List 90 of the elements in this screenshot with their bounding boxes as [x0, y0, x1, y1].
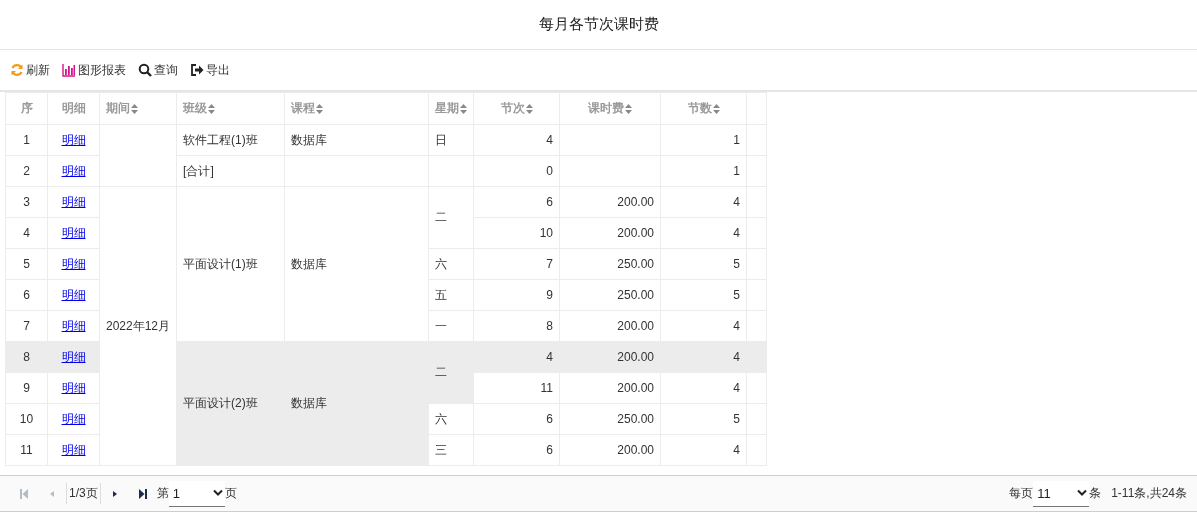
sort-icon: [460, 103, 468, 114]
page-info: 1/3页: [66, 483, 101, 504]
refresh-button[interactable]: 刷新: [10, 61, 50, 79]
export-button[interactable]: 导出: [190, 61, 230, 79]
sort-icon: [525, 103, 533, 114]
export-icon: [190, 63, 204, 77]
table-cell: 1: [733, 133, 741, 147]
table-cell: 数据库: [291, 396, 328, 410]
table-cell: 250.00: [617, 257, 655, 271]
table-cell: 平面设计(2)班: [183, 396, 258, 410]
table-cell: 200.00: [617, 195, 655, 209]
chevron-icon: [1077, 489, 1088, 497]
table-cell: 4: [546, 350, 554, 364]
table-cell: 日: [435, 132, 448, 147]
table-cell: 200.00: [617, 319, 655, 333]
bar-chart-icon: [62, 63, 76, 77]
row-number[interactable]: 8: [5, 341, 48, 373]
row-number[interactable]: 9: [5, 372, 48, 404]
table-cell: 三: [435, 442, 448, 457]
row-number[interactable]: 4: [5, 217, 48, 249]
table-cell: 2022年12月: [106, 318, 171, 333]
sort-icon: [712, 103, 720, 114]
table-cell: 二: [435, 210, 448, 224]
column-header: 序: [20, 100, 33, 117]
triangle-icon: [110, 488, 119, 499]
table-cell: 五: [435, 287, 448, 302]
per-page-label: 条: [1089, 485, 1102, 502]
row-number[interactable]: 5: [5, 248, 48, 280]
row-number[interactable]: 10: [5, 403, 48, 435]
table-cell: 平面设计(1)班: [183, 256, 258, 271]
page-select[interactable]: 1: [168, 480, 225, 507]
sort-icon: [131, 103, 138, 114]
triangle-icon: [48, 488, 56, 499]
table-cell: 0: [546, 164, 554, 178]
table-cell: 10: [539, 226, 554, 240]
table-cell: 4: [733, 226, 741, 240]
table-cell: 六: [435, 411, 448, 426]
skip-icon: [20, 488, 28, 499]
table-cell: 6: [546, 412, 554, 426]
search-icon: [138, 63, 152, 77]
page-label: 第: [156, 485, 169, 502]
table-cell: 200.00: [617, 443, 655, 457]
record-summary: 1-11条,共24条: [1111, 485, 1187, 502]
per-page-select[interactable]: 11: [1033, 480, 1090, 507]
table-cell: 一: [435, 318, 448, 333]
table-cell: 4: [733, 443, 741, 457]
row-number[interactable]: 2: [5, 155, 48, 187]
row-number[interactable]: 1: [5, 124, 48, 156]
table-cell: 5: [733, 288, 741, 302]
table-cell: [合计]: [183, 163, 214, 178]
table-cell: 6: [546, 443, 554, 457]
page-title: 每月各节次课时费: [538, 15, 659, 34]
row-number[interactable]: 6: [5, 279, 48, 311]
table-cell: 200.00: [617, 381, 655, 395]
table-cell: 200.00: [617, 350, 655, 364]
skip-icon: [138, 488, 147, 499]
column-header: 明细: [61, 100, 86, 117]
sort-icon: [316, 103, 324, 114]
table-cell: 9: [546, 288, 554, 302]
refresh-icon: [10, 63, 24, 77]
table-cell: 250.00: [617, 412, 655, 426]
table-cell: 4: [733, 195, 741, 209]
table-cell: 8: [546, 319, 554, 333]
table-cell: 数据库: [291, 256, 328, 271]
table-cell: 软件工程(1)班: [183, 132, 258, 147]
table-cell: 7: [546, 257, 554, 271]
table-cell: 二: [435, 365, 448, 379]
table-cell: 5: [733, 412, 741, 426]
per-page-label: 每页: [1009, 485, 1034, 502]
row-number[interactable]: 7: [5, 310, 48, 342]
row-number[interactable]: 11: [5, 434, 48, 466]
table-cell: 4: [733, 319, 741, 333]
table-cell: 11: [540, 381, 554, 395]
row-number[interactable]: 3: [5, 186, 48, 218]
table-cell: 6: [546, 195, 554, 209]
page-label: 页: [224, 485, 237, 502]
chevron-icon: [212, 489, 223, 497]
table-cell: 250.00: [617, 288, 655, 302]
table-cell: 4: [733, 350, 741, 364]
chart-button[interactable]: 图形报表: [62, 61, 126, 79]
table-cell: 1: [733, 164, 741, 178]
table-cell: 4: [733, 381, 741, 395]
search-button[interactable]: 查询: [138, 61, 178, 79]
table-cell: 5: [733, 257, 741, 271]
sort-icon: [625, 103, 633, 114]
table-cell: 数据库: [291, 132, 328, 147]
sort-icon: [208, 103, 216, 114]
table-cell: 六: [435, 256, 448, 271]
table-cell: 200.00: [617, 226, 655, 240]
table-cell: 4: [546, 133, 554, 147]
